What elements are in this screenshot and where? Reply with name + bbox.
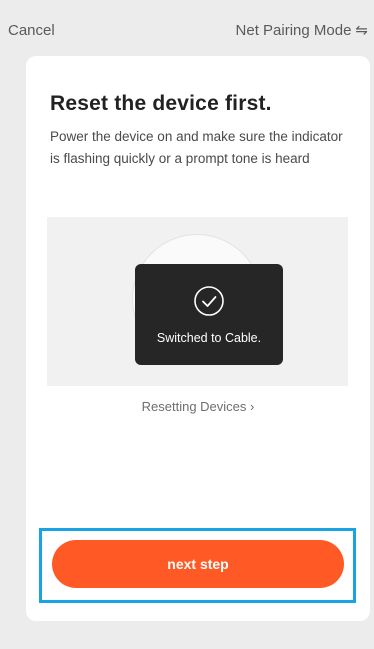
cancel-button[interactable]: Cancel [8,22,55,39]
net-pairing-mode-label: Net Pairing Mode [235,21,352,39]
swap-icon: ⇋ [355,21,368,39]
top-bar: Cancel Net Pairing Mode ⇋ [0,0,374,60]
resetting-devices-link[interactable]: Resetting Devices › [26,399,370,414]
net-pairing-mode-button[interactable]: Net Pairing Mode ⇋ [236,22,368,39]
instruction-text: Power the device on and make sure the in… [50,129,343,166]
toast-text: Switched to Cable. [156,330,262,345]
check-circle-icon [194,285,224,316]
toast-message: Switched to Cable. [135,264,283,365]
reset-card: Reset the device first. Power the device… [26,56,370,621]
next-step-button[interactable]: next step [52,540,344,588]
page-title: Reset the device first. [50,92,272,115]
device-illustration: Switched to Cable. [47,217,348,386]
